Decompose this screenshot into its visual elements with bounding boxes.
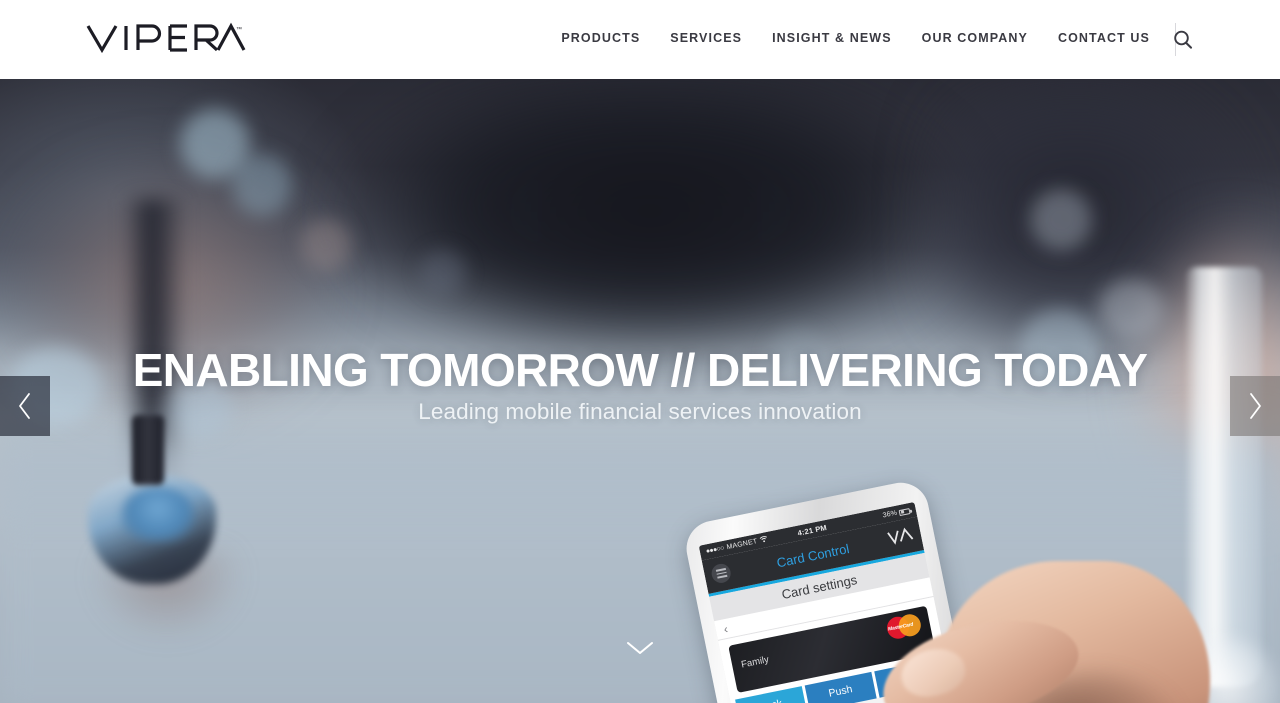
wifi-icon <box>759 535 769 545</box>
scroll-down-button[interactable] <box>617 633 663 663</box>
battery-percent: 36% <box>882 509 898 520</box>
logo-trademark: ™ <box>236 26 242 33</box>
site-header: ™ PRODUCTS SERVICES INSIGHT & NEWS OUR C… <box>0 0 1280 79</box>
nav-contact-us[interactable]: CONTACT US <box>1058 31 1150 45</box>
nav-insight-news[interactable]: INSIGHT & NEWS <box>772 31 892 45</box>
vipera-logo[interactable]: ™ <box>86 22 246 56</box>
slider-next-button[interactable] <box>1230 376 1280 436</box>
main-navigation: PRODUCTS SERVICES INSIGHT & NEWS OUR COM… <box>561 31 1150 45</box>
nav-services[interactable]: SERVICES <box>670 31 742 45</box>
card-label: Family <box>740 654 770 671</box>
search-icon[interactable] <box>1171 28 1195 52</box>
mastercard-logo: MasterCard <box>885 612 923 641</box>
chevron-down-icon <box>627 642 653 654</box>
nav-our-company[interactable]: OUR COMPANY <box>922 31 1028 45</box>
hamburger-icon[interactable] <box>709 562 733 585</box>
nav-products[interactable]: PRODUCTS <box>561 31 640 45</box>
signal-dots-icon: ●●●○○ <box>705 544 725 556</box>
chevron-left-icon: ‹ <box>722 621 730 636</box>
battery-status: 36% <box>882 507 911 520</box>
battery-icon <box>898 507 911 516</box>
chevron-right-icon <box>1250 393 1261 419</box>
app-title: Card Control <box>775 540 851 570</box>
vipera-mark-icon <box>886 526 915 547</box>
chevron-left-icon <box>19 393 30 419</box>
slider-prev-button[interactable] <box>0 376 50 436</box>
hero-slider: ●●●○○ MAGNET 4:21 PM 36% Card Control Ca… <box>0 79 1280 703</box>
hero-background-image <box>0 79 1280 703</box>
